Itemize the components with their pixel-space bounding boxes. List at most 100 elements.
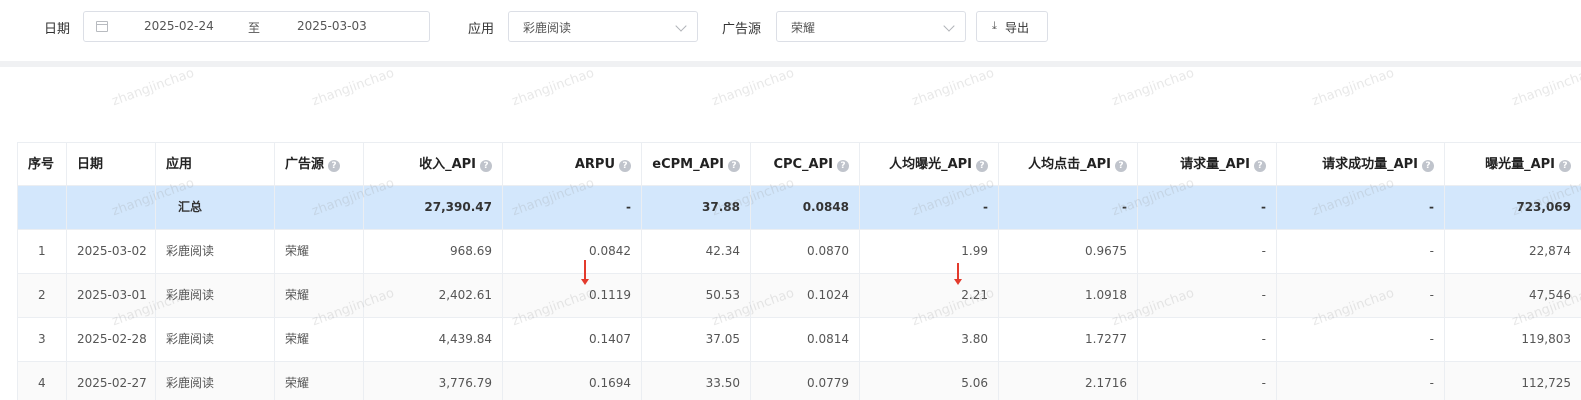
table-cell: 968.69 bbox=[363, 230, 502, 273]
table-cell: - bbox=[1276, 362, 1444, 400]
source-label: 广告源 bbox=[722, 22, 762, 37]
table-cell: 2.1716 bbox=[998, 362, 1137, 400]
column-header: 广告源? bbox=[274, 143, 363, 185]
table-row[interactable]: 1 2025-03-02 彩鹿阅读 荣耀 968.69 0.0842 42.34 0.0870… bbox=[17, 230, 1581, 274]
summary-cell bbox=[17, 186, 66, 229]
column-header: eCPM_API? bbox=[641, 143, 750, 185]
summary-cell: - bbox=[1137, 186, 1276, 229]
table-cell: 5.06 bbox=[859, 362, 998, 400]
table-cell: 3,776.79 bbox=[363, 362, 502, 400]
help-icon[interactable]: ? bbox=[619, 160, 631, 172]
app-select-value: 彩鹿阅读 bbox=[523, 21, 572, 35]
help-icon[interactable]: ? bbox=[1422, 160, 1434, 172]
table-header: 序号 日期 应用 广告源? 收入_API? ARPU? eCPM_API? CPC_API? 人… bbox=[17, 142, 1581, 186]
help-icon[interactable]: ? bbox=[1115, 160, 1127, 172]
calendar-icon bbox=[96, 21, 108, 32]
column-header: 序号 bbox=[17, 143, 66, 185]
column-header-label: ARPU bbox=[574, 157, 615, 172]
download-icon: ⤓ bbox=[992, 19, 997, 32]
summary-cell: - bbox=[998, 186, 1137, 229]
column-header: ARPU? bbox=[502, 143, 641, 185]
column-header: 日期 bbox=[66, 143, 155, 185]
column-header-label: 请求量_API bbox=[1180, 157, 1250, 172]
column-header: CPC_API? bbox=[750, 143, 859, 185]
table-cell: 0.1119 bbox=[502, 274, 641, 317]
chevron-down-icon bbox=[943, 20, 955, 32]
table-cell: 22,874 bbox=[1444, 230, 1581, 273]
table-cell: 47,546 bbox=[1444, 274, 1581, 317]
help-icon[interactable]: ? bbox=[1559, 160, 1571, 172]
watermark-text: zhangjinchao bbox=[1510, 65, 1581, 110]
table-cell: 0.0814 bbox=[750, 318, 859, 361]
column-header: 请求成功量_API? bbox=[1276, 143, 1444, 185]
table-cell: 4 bbox=[17, 362, 66, 400]
watermark-text: zhangjinchao bbox=[910, 65, 997, 110]
table-cell: 2025-02-28 bbox=[66, 318, 155, 361]
table-row[interactable]: 3 2025-02-28 彩鹿阅读 荣耀 4,439.84 0.1407 37.05 0.08… bbox=[17, 318, 1581, 362]
table-cell: - bbox=[1276, 274, 1444, 317]
column-header: 人均曝光_API? bbox=[859, 143, 998, 185]
column-header: 应用 bbox=[155, 143, 274, 185]
chevron-down-icon bbox=[675, 20, 687, 32]
column-header-label: 广告源 bbox=[285, 157, 325, 172]
app-label: 应用 bbox=[468, 22, 495, 37]
summary-cell: 723,069 bbox=[1444, 186, 1581, 229]
column-header-label: 人均曝光_API bbox=[889, 157, 972, 172]
column-header: 请求量_API? bbox=[1137, 143, 1276, 185]
table-cell: 37.05 bbox=[641, 318, 750, 361]
table-cell: 50.53 bbox=[641, 274, 750, 317]
table-cell: - bbox=[1137, 318, 1276, 361]
column-header-label: 日期 bbox=[77, 157, 104, 172]
help-icon[interactable]: ? bbox=[1254, 160, 1266, 172]
table-cell: 3 bbox=[17, 318, 66, 361]
table-cell: 2025-03-01 bbox=[66, 274, 155, 317]
annotation-arrow bbox=[581, 260, 589, 285]
table-cell: - bbox=[1276, 318, 1444, 361]
help-icon[interactable]: ? bbox=[328, 160, 341, 172]
summary-cell bbox=[274, 186, 363, 229]
table-cell: - bbox=[1276, 230, 1444, 273]
export-button[interactable]: ⤓ 导出 bbox=[976, 11, 1048, 42]
column-header-label: 序号 bbox=[28, 157, 55, 172]
table-cell: 2,402.61 bbox=[363, 274, 502, 317]
help-icon[interactable]: ? bbox=[728, 160, 740, 172]
app-select[interactable]: 彩鹿阅读 bbox=[508, 11, 698, 42]
table-cell: 1.7277 bbox=[998, 318, 1137, 361]
table-cell: 0.0842 bbox=[502, 230, 641, 273]
help-icon[interactable]: ? bbox=[480, 160, 492, 172]
filter-bar: 日期 2025-02-24 至 2025-03-03 应用 彩鹿阅读 广告源 荣… bbox=[0, 0, 1581, 60]
summary-row: 汇总 27,390.47-37.88 0.0848- - - -723,069 bbox=[17, 186, 1581, 230]
annotation-arrow bbox=[954, 263, 962, 285]
table-cell: 4,439.84 bbox=[363, 318, 502, 361]
table-cell: 1.0918 bbox=[998, 274, 1137, 317]
table-cell: 荣耀 bbox=[274, 318, 363, 361]
column-header-label: 曝光量_API bbox=[1485, 157, 1555, 172]
table-row[interactable]: 2 2025-03-01 彩鹿阅读 荣耀 2,402.61 0.1119 50.53 0.10… bbox=[17, 274, 1581, 318]
table-cell: 119,803 bbox=[1444, 318, 1581, 361]
data-table: 序号 日期 应用 广告源? 收入_API? ARPU? eCPM_API? CPC_API? 人… bbox=[17, 142, 1581, 400]
date-range-picker[interactable]: 2025-02-24 至 2025-03-03 bbox=[83, 11, 430, 42]
watermark-text: zhangjinchao bbox=[110, 65, 197, 110]
table-cell: 2.21 bbox=[859, 274, 998, 317]
table-row[interactable]: 4 2025-02-27 彩鹿阅读 荣耀 3,776.79 0.1694 33.50 0.07… bbox=[17, 362, 1581, 400]
summary-cell bbox=[66, 186, 155, 229]
source-select[interactable]: 荣耀 bbox=[776, 11, 966, 42]
table-cell: 2 bbox=[17, 274, 66, 317]
table-cell: 荣耀 bbox=[274, 274, 363, 317]
table-cell: 彩鹿阅读 bbox=[155, 318, 274, 361]
date-end-input[interactable]: 2025-03-03 bbox=[297, 19, 367, 33]
help-icon[interactable]: ? bbox=[837, 160, 849, 172]
date-label: 日期 bbox=[44, 22, 71, 37]
table-cell: 0.1694 bbox=[502, 362, 641, 400]
source-select-value: 荣耀 bbox=[791, 21, 816, 35]
table-cell: 2025-03-02 bbox=[66, 230, 155, 273]
table-cell: 0.1024 bbox=[750, 274, 859, 317]
table-cell: 荣耀 bbox=[274, 362, 363, 400]
table-cell: 0.0870 bbox=[750, 230, 859, 273]
table-cell: 0.1407 bbox=[502, 318, 641, 361]
summary-label: 汇总 bbox=[155, 186, 274, 229]
export-button-label: 导出 bbox=[1005, 21, 1030, 35]
help-icon[interactable]: ? bbox=[976, 160, 988, 172]
table-cell: 0.9675 bbox=[998, 230, 1137, 273]
date-start-input[interactable]: 2025-02-24 bbox=[144, 19, 214, 33]
